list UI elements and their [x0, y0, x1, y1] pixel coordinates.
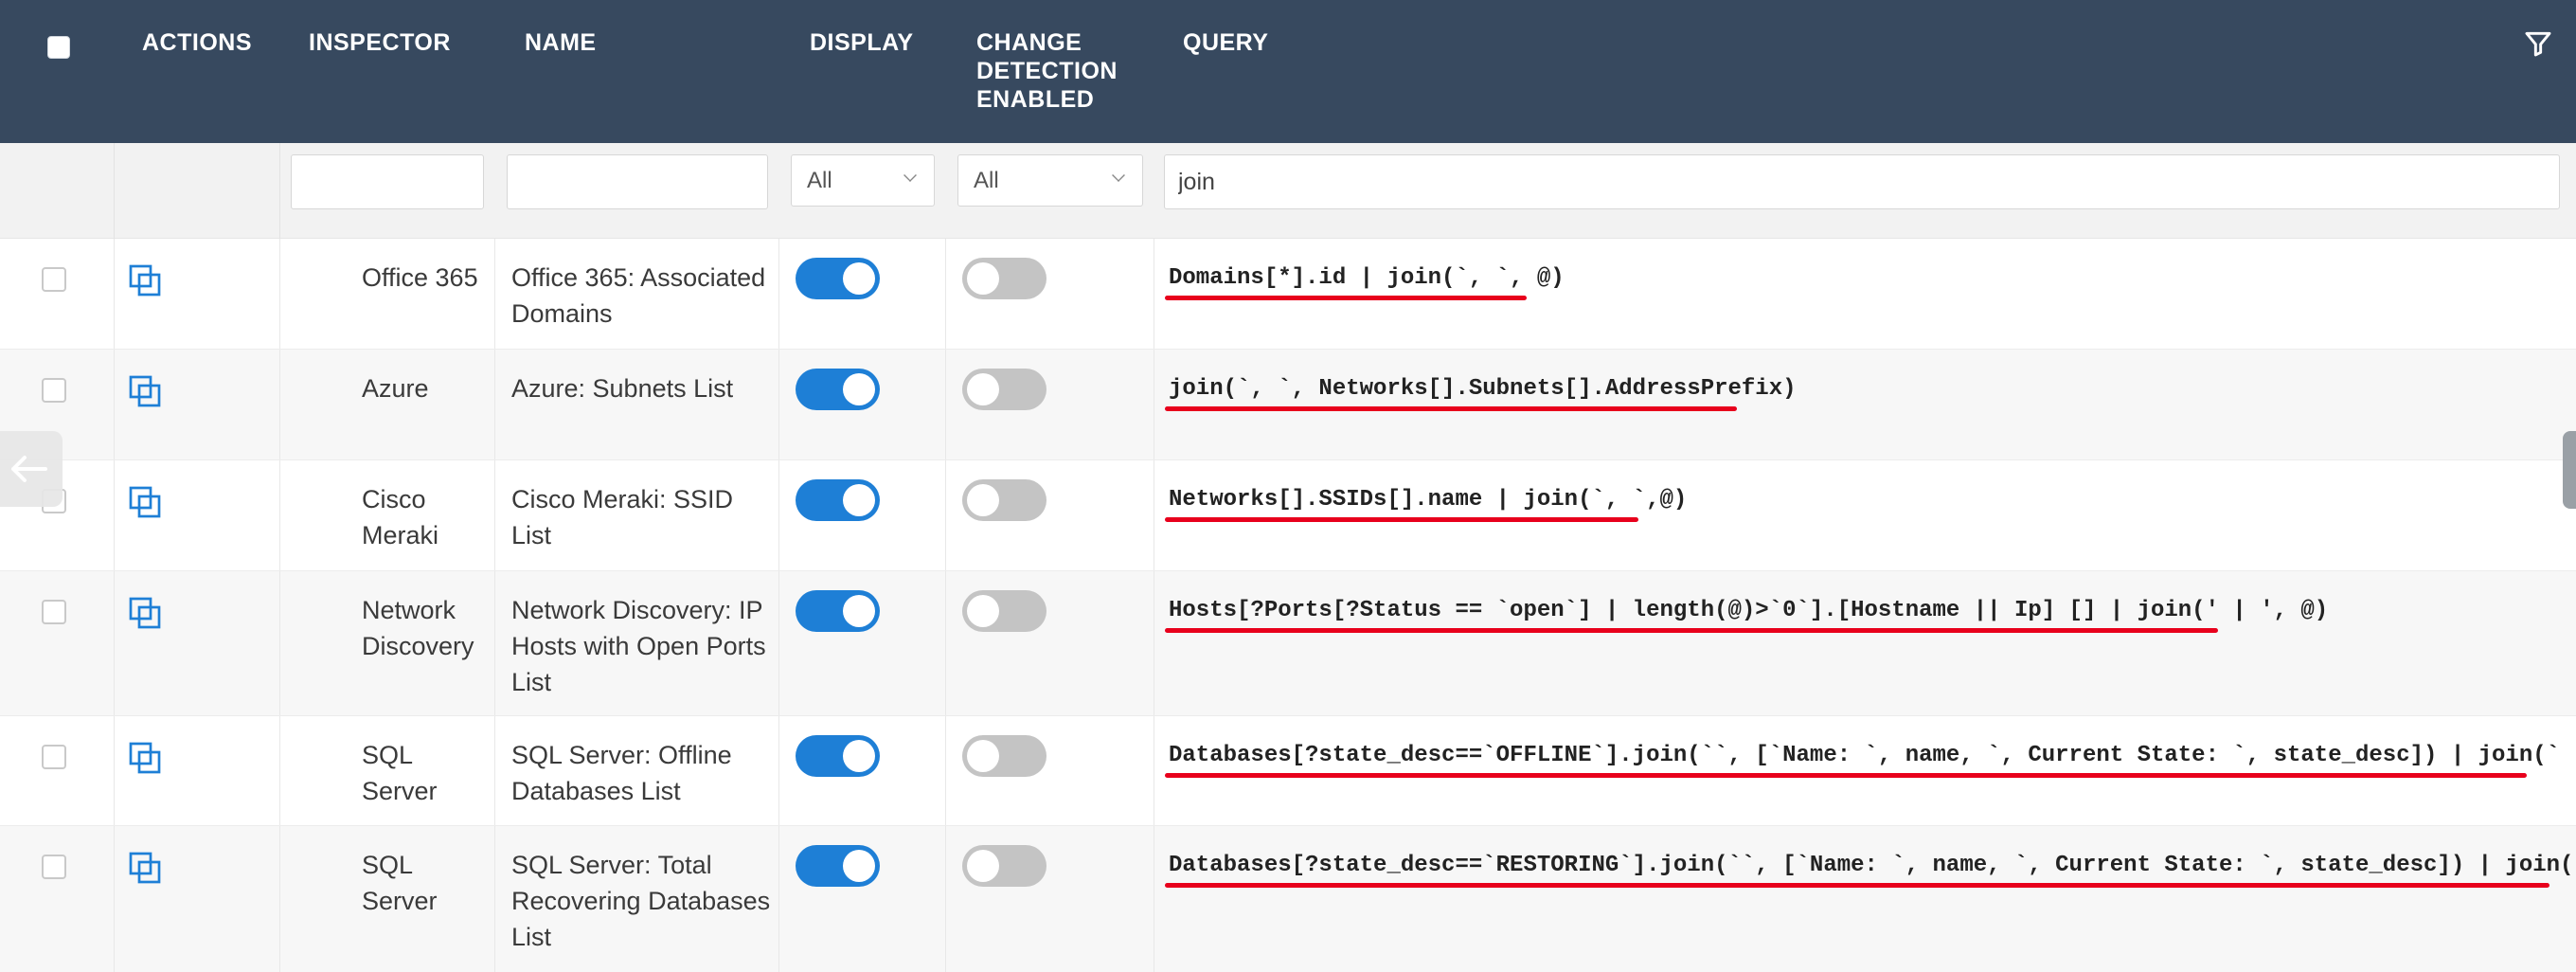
row-checkbox[interactable]: [42, 600, 66, 624]
row-name[interactable]: SQL Server: Total Recovering Databases Lis…: [511, 847, 777, 955]
table-row: Azure Azure: Subnets List join(`, `, Net…: [0, 350, 2576, 460]
query-underline: [1165, 296, 1527, 300]
table-header: ACTIONS INSPECTOR NAME DISPLAY CHANGE DE…: [0, 0, 2576, 143]
display-filter-select[interactable]: All: [791, 154, 935, 207]
row-name[interactable]: Network Discovery: IP Hosts with Open Por…: [511, 592, 777, 700]
row-name[interactable]: SQL Server: Offline Databases List: [511, 737, 777, 809]
row-query: Databases[?state_desc==`OFFLINE`].join(`…: [1169, 743, 2576, 768]
row-query: join(`, `, Networks[].Subnets[].AddressP…: [1169, 376, 1797, 402]
row-query: Networks[].SSIDs[].name | join(`, `,@): [1169, 487, 1688, 513]
duplicate-icon[interactable]: [128, 596, 162, 630]
query-underline: [1165, 883, 2549, 888]
table-row: Office 365 Office 365: Associated Domains…: [0, 239, 2576, 350]
display-toggle[interactable]: [796, 258, 880, 299]
column-header-inspector[interactable]: INSPECTOR: [309, 28, 524, 57]
row-query: Databases[?state_desc==`RESTORING`].join…: [1169, 853, 2576, 878]
column-header-name[interactable]: NAME: [525, 28, 809, 57]
column-header-change-detection[interactable]: CHANGE DETECTION ENABLED: [976, 28, 1185, 114]
change-detection-filter-value: All: [974, 168, 999, 193]
table-row: Cisco Meraki Cisco Meraki: SSID List Netw…: [0, 460, 2576, 571]
query-underline: [1165, 628, 2218, 633]
change-detection-toggle[interactable]: [962, 369, 1046, 410]
duplicate-icon[interactable]: [128, 263, 162, 297]
table-row: Network Discovery Network Discovery: IP Ho…: [0, 571, 2576, 716]
query-underline: [1165, 517, 1638, 522]
column-header-actions[interactable]: ACTIONS: [142, 28, 308, 57]
column-header-query[interactable]: QUERY: [1183, 28, 2576, 57]
filter-row: All All: [0, 143, 2576, 239]
table-row: SQL Server SQL Server: Offline Databases L…: [0, 716, 2576, 826]
row-inspector: SQL Server: [362, 741, 438, 805]
column-header-display[interactable]: DISPLAY: [810, 28, 976, 57]
display-toggle[interactable]: [796, 590, 880, 632]
change-detection-toggle[interactable]: [962, 590, 1046, 632]
duplicate-icon[interactable]: [128, 485, 162, 519]
row-inspector: SQL Server: [362, 851, 438, 915]
arrow-left-icon: [11, 456, 47, 482]
display-toggle[interactable]: [796, 845, 880, 887]
chevron-down-icon: [1112, 169, 1125, 182]
back-tab[interactable]: [0, 431, 63, 507]
duplicate-icon[interactable]: [128, 741, 162, 775]
table-row: SQL Server SQL Server: Total Recovering Da…: [0, 826, 2576, 972]
display-toggle[interactable]: [796, 735, 880, 777]
row-checkbox[interactable]: [42, 267, 66, 292]
duplicate-icon[interactable]: [128, 374, 162, 408]
chevron-down-icon: [903, 169, 917, 182]
row-name[interactable]: Office 365: Associated Domains: [511, 260, 777, 332]
row-inspector: Network Discovery: [362, 596, 474, 660]
row-name[interactable]: Cisco Meraki: SSID List: [511, 481, 777, 553]
row-inspector: Office 365: [362, 263, 478, 292]
duplicate-icon[interactable]: [128, 851, 162, 885]
funnel-filter-icon[interactable]: [2523, 28, 2553, 59]
change-detection-toggle[interactable]: [962, 735, 1046, 777]
change-detection-toggle[interactable]: [962, 258, 1046, 299]
row-checkbox[interactable]: [42, 745, 66, 769]
query-underline: [1165, 773, 2527, 778]
display-toggle[interactable]: [796, 369, 880, 410]
row-query: Hosts[?Ports[?Status == `open`] | length…: [1169, 598, 2329, 623]
change-detection-filter-select[interactable]: All: [957, 154, 1143, 207]
inspector-filter-input[interactable]: [291, 154, 484, 209]
scroll-handle[interactable]: [2563, 431, 2576, 509]
query-filter-input[interactable]: [1164, 154, 2560, 209]
row-inspector: Azure: [362, 374, 429, 403]
display-toggle[interactable]: [796, 479, 880, 521]
row-inspector: Cisco Meraki: [362, 485, 439, 549]
query-underline: [1165, 406, 1737, 411]
name-filter-input[interactable]: [507, 154, 768, 209]
row-checkbox[interactable]: [42, 378, 66, 403]
change-detection-toggle[interactable]: [962, 845, 1046, 887]
select-all-checkbox[interactable]: [47, 36, 70, 59]
row-checkbox[interactable]: [42, 855, 66, 879]
change-detection-toggle[interactable]: [962, 479, 1046, 521]
row-query: Domains[*].id | join(`, `, @): [1169, 265, 1565, 291]
row-name[interactable]: Azure: Subnets List: [511, 370, 777, 406]
display-filter-value: All: [807, 168, 832, 193]
